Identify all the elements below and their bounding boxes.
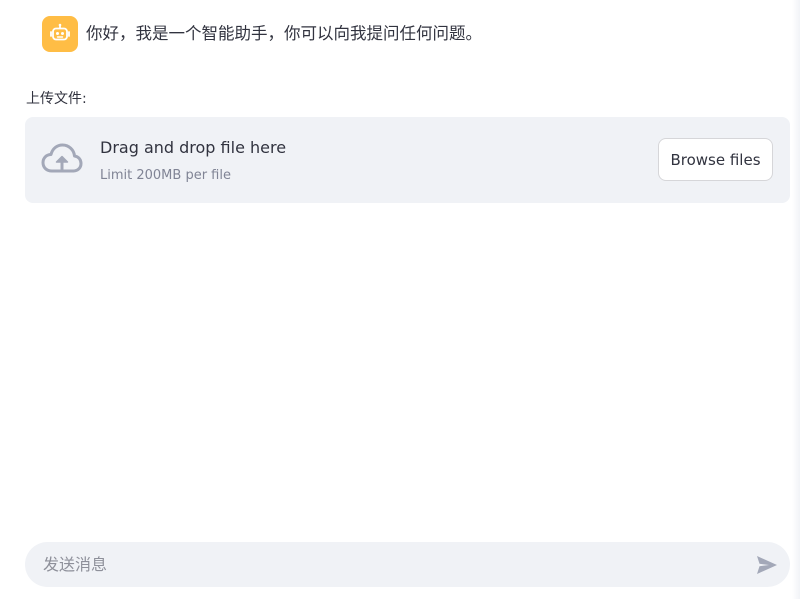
dropzone-title: Drag and drop file here (100, 138, 287, 157)
dropzone-size-limit: Limit 200MB per file (100, 168, 231, 183)
scrollbar-gutter (792, 0, 800, 599)
file-dropzone[interactable]: Drag and drop file here Limit 200MB per … (25, 117, 790, 203)
robot-icon (50, 23, 70, 41)
app-root: 你好，我是一个智能助手，你可以向我提问任何问题。 上传文件: Drag and … (0, 0, 800, 599)
assistant-message-text: 你好，我是一个智能助手，你可以向我提问任何问题。 (86, 24, 482, 43)
send-button[interactable] (755, 553, 779, 577)
send-icon (757, 556, 777, 574)
assistant-avatar (42, 16, 78, 52)
chat-input-bar (25, 542, 790, 587)
cloud-upload-icon (41, 143, 83, 173)
assistant-message: 你好，我是一个智能助手，你可以向我提问任何问题。 (42, 16, 482, 52)
chat-message-input[interactable] (43, 542, 743, 587)
browse-files-button[interactable]: Browse files (658, 138, 773, 181)
file-uploader-label: 上传文件: (26, 91, 87, 107)
